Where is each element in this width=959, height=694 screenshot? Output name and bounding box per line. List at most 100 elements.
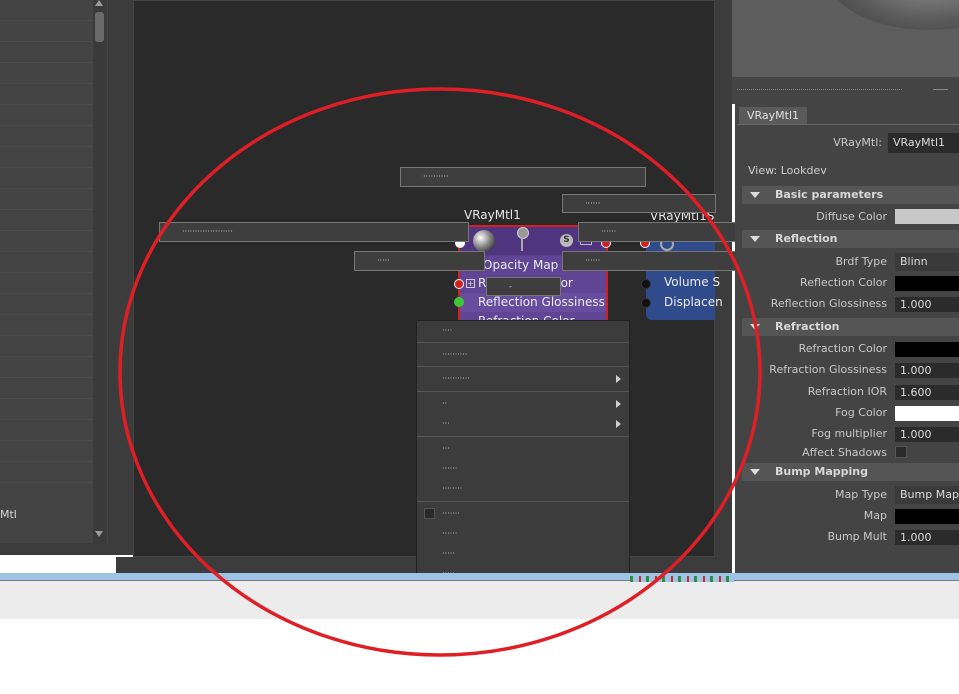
outliner-row-divider (0, 398, 94, 399)
section-basic-parameters[interactable]: Basic parameters (742, 186, 959, 204)
menu-item[interactable]: ····· (417, 544, 629, 564)
section-bump-mapping[interactable]: Bump Mapping (742, 463, 959, 481)
tooltip: - (486, 277, 561, 296)
section-label: Basic parameters (775, 188, 884, 201)
map-label: Map (863, 509, 887, 522)
fog-multiplier-field[interactable]: 1.000 (895, 427, 959, 442)
input-port[interactable] (641, 279, 651, 289)
node-pin[interactable] (517, 227, 529, 239)
fog-color-swatch[interactable] (895, 406, 959, 421)
checkbox-icon[interactable] (424, 508, 435, 519)
map-type-dropdown[interactable]: Bump Map (895, 486, 959, 504)
diffuse-color-swatch[interactable] (895, 209, 959, 224)
type-field[interactable]: VRayMtl1 (888, 133, 959, 153)
collapse-triangle-icon[interactable] (750, 236, 760, 242)
outliner-footer (0, 543, 108, 555)
refraction-glossiness-label: Refraction Glossiness (769, 363, 887, 376)
tooltip: ·········· (400, 167, 646, 187)
dash-icon[interactable] (933, 89, 948, 90)
status-bar (0, 581, 959, 619)
menu-separator (417, 366, 629, 367)
refraction-glossiness-field[interactable]: 1.000 (895, 363, 959, 378)
collapse-triangle-icon[interactable] (750, 469, 760, 475)
node-title: VRayMtl1 (464, 208, 521, 222)
tab-underline (737, 124, 959, 125)
submenu-arrow-icon (616, 400, 621, 408)
outliner-scroll-thumb[interactable] (95, 12, 104, 42)
brdf-type-label: Brdf Type (835, 255, 888, 268)
menu-item-submenu[interactable]: ·· (417, 394, 629, 414)
outliner-row-divider (0, 356, 94, 357)
brdf-type-dropdown[interactable]: Blinn (895, 253, 959, 271)
expand-plus-icon[interactable]: + (466, 279, 475, 288)
menu-item[interactable]: ········ (417, 479, 629, 499)
node-attribute-row[interactable]: Displacen (664, 295, 723, 309)
node-attribute-row[interactable]: Volume S (664, 275, 720, 289)
material-preview (732, 0, 959, 77)
map-type-label: Map Type (835, 488, 887, 501)
outliner-row-divider (0, 188, 94, 189)
tooltip: ······ (562, 251, 742, 271)
section-label: Refraction (775, 320, 840, 333)
menu-item[interactable]: ··· (417, 439, 629, 459)
outliner-item[interactable]: Mtl (0, 508, 17, 521)
menu-item[interactable]: ···· (417, 321, 629, 341)
outliner-row-divider (0, 125, 94, 126)
context-menu: ···· ·········· ··········· ·· ··· ··· ·… (416, 320, 630, 609)
collapse-triangle-icon[interactable] (750, 324, 760, 330)
outliner-row-divider (0, 83, 94, 84)
menu-separator (417, 342, 629, 343)
menu-item-checkbox[interactable]: ······· (417, 504, 629, 524)
preview-toolbar (732, 77, 959, 104)
diffuse-color-label: Diffuse Color (816, 210, 887, 223)
outliner-row-divider (0, 104, 94, 105)
map-swatch[interactable] (895, 509, 959, 524)
tooltip: ···················· (159, 222, 469, 242)
menu-item[interactable]: ·········· (417, 345, 629, 365)
type-label: VRayMtl: (833, 136, 882, 149)
input-port-connected[interactable] (454, 279, 464, 289)
timeline-keys[interactable] (630, 576, 734, 582)
fog-multiplier-label: Fog multiplier (811, 427, 887, 440)
menu-item-submenu[interactable]: ··· (417, 414, 629, 434)
outliner-row-divider (0, 230, 94, 231)
section-refraction[interactable]: Refraction (742, 318, 959, 336)
outliner-scrollbar[interactable] (93, 0, 107, 543)
outliner-row-divider (0, 440, 94, 441)
tab-vraymtl1[interactable]: VRayMtl1 (739, 107, 807, 125)
s-badge-icon[interactable]: S (560, 234, 573, 247)
outliner-row-divider (0, 20, 94, 21)
scroll-down-arrow-icon[interactable] (95, 531, 103, 537)
affect-shadows-checkbox[interactable] (895, 446, 907, 458)
submenu-arrow-icon (616, 375, 621, 383)
dotted-divider[interactable] (737, 89, 902, 90)
input-port[interactable] (641, 298, 651, 308)
bump-mult-field[interactable]: 1.000 (895, 530, 959, 545)
collapse-triangle-icon[interactable] (750, 192, 760, 198)
reflection-color-swatch[interactable] (895, 276, 959, 291)
menu-item-label: ··········· (442, 374, 470, 383)
preview-object (830, 0, 959, 30)
menu-separator (417, 501, 629, 502)
affect-shadows-label: Affect Shadows (802, 446, 887, 459)
section-reflection[interactable]: Reflection (742, 230, 959, 248)
outliner-row-divider (0, 482, 94, 483)
outliner-row-divider (0, 335, 94, 336)
reflection-color-label: Reflection Color (800, 276, 887, 289)
reflection-glossiness-field[interactable]: 1.000 (895, 297, 959, 312)
material-swatch-sphere (473, 230, 495, 252)
menu-item-submenu[interactable]: ··········· (417, 369, 629, 389)
section-label: Bump Mapping (775, 465, 868, 478)
outliner-row-divider (0, 272, 94, 273)
outliner-row-divider (0, 146, 94, 147)
menu-item[interactable]: ······ (417, 524, 629, 544)
menu-item[interactable]: ······ (417, 459, 629, 479)
input-port-float[interactable] (454, 297, 464, 307)
refraction-ior-field[interactable]: 1.600 (895, 385, 959, 400)
outliner-row-divider (0, 314, 94, 315)
panel-divider[interactable] (108, 0, 133, 555)
node-pin-stem (521, 237, 523, 251)
scroll-up-arrow-icon[interactable] (95, 0, 103, 6)
refraction-color-swatch[interactable] (895, 342, 959, 357)
menu-item-label: ·· (442, 399, 448, 408)
